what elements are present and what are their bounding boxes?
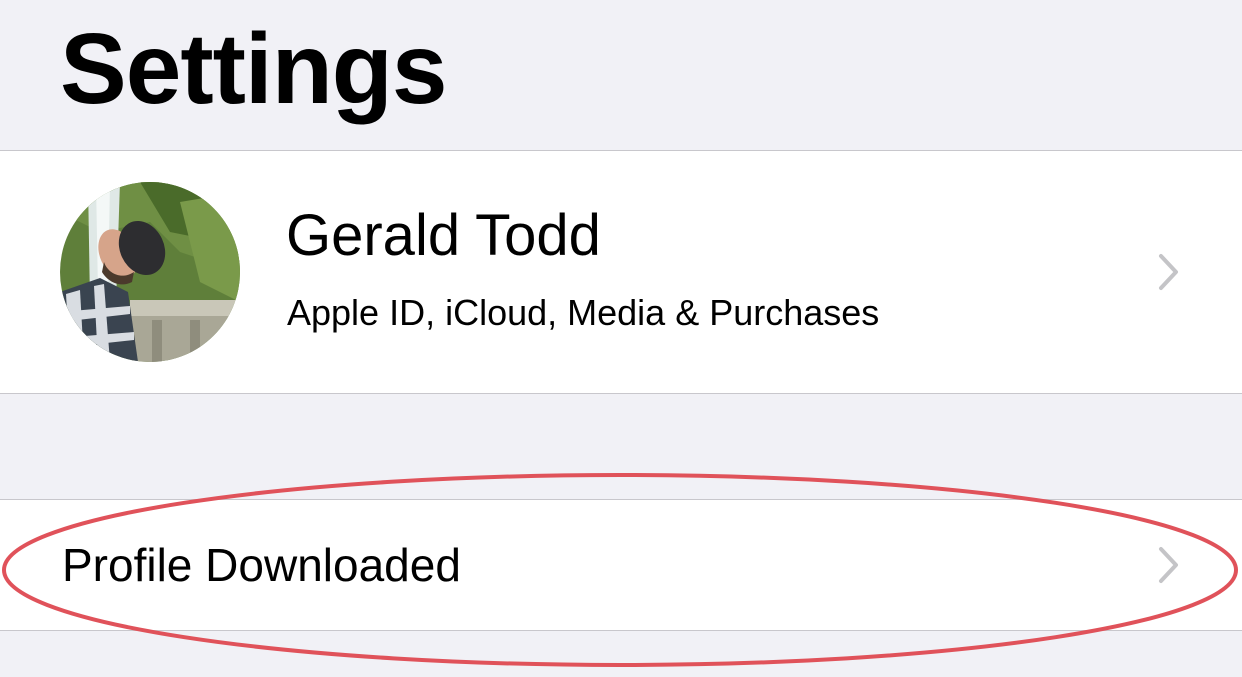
chevron-right-icon [1159,547,1178,583]
settings-screen: Settings Gerald Todd Apple ID, iCloud, M… [0,0,1242,677]
account-subtitle: Apple ID, iCloud, Media & Purchases [287,292,880,333]
profile-downloaded-label: Profile Downloaded [62,539,461,591]
profile-downloaded-row[interactable]: Profile Downloaded [0,499,1242,631]
avatar [60,182,240,362]
account-name: Gerald Todd [286,203,601,268]
apple-id-row[interactable]: Gerald Todd Apple ID, iCloud, Media & Pu… [0,150,1242,394]
chevron-right-icon [1159,254,1178,290]
page-title: Settings [60,13,447,125]
